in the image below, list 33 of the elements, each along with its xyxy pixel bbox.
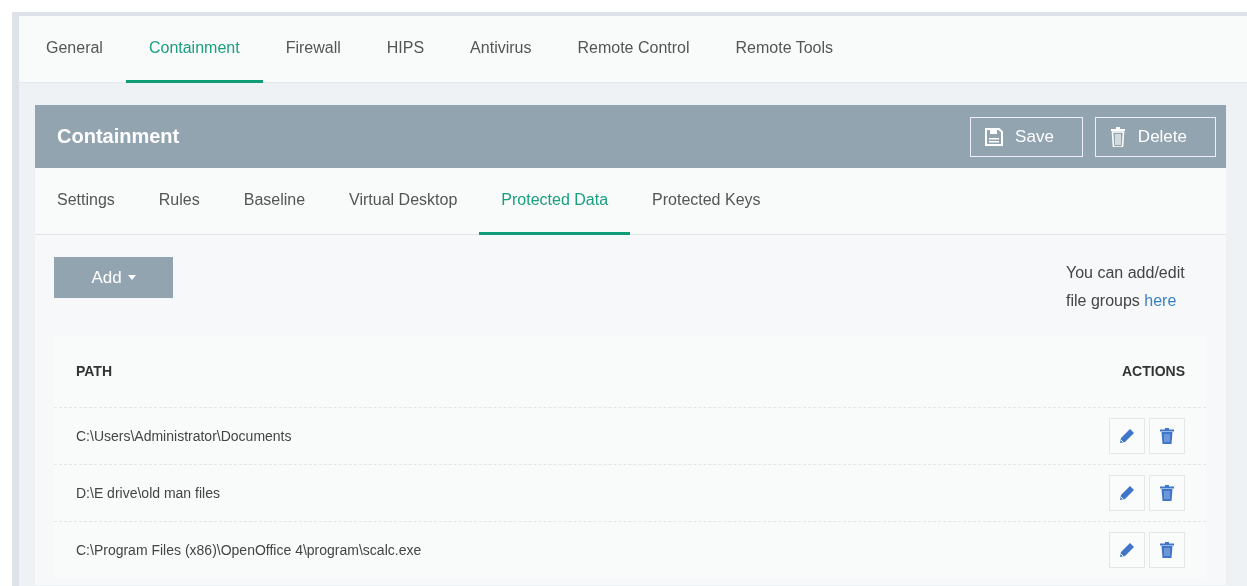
panel-title: Containment <box>57 125 180 148</box>
edit-button[interactable] <box>1109 532 1145 568</box>
trash-icon <box>1160 542 1174 558</box>
edit-button[interactable] <box>1109 418 1145 454</box>
sub-tab[interactable]: Baseline <box>221 168 328 235</box>
pencil-icon <box>1119 485 1135 501</box>
tab[interactable]: HIPS <box>363 16 448 83</box>
column-header: ACTIONS <box>1122 363 1185 379</box>
tab[interactable]: Firewall <box>262 16 364 83</box>
path-cell: C:\Users\Administrator\Documents <box>76 428 292 444</box>
sub-tab[interactable]: Virtual Desktop <box>327 168 480 235</box>
tab[interactable]: Antivirus <box>447 16 555 83</box>
sub-tab[interactable]: Rules <box>136 168 222 235</box>
path-cell: C:\Program Files (x86)\OpenOffice 4\program\scalc.exe <box>76 542 422 558</box>
pencil-icon <box>1119 428 1135 444</box>
here-link[interactable]: here <box>1144 292 1177 309</box>
pencil-icon <box>1119 542 1135 558</box>
tab[interactable]: Remote Control <box>554 16 713 83</box>
column-header: PATH <box>76 363 113 379</box>
delete-row-button[interactable] <box>1149 532 1185 568</box>
caret-icon <box>127 275 136 280</box>
sub-tab[interactable]: Settings <box>35 168 137 235</box>
hint-text: You can add/edit file groups here <box>1066 263 1186 311</box>
delete-row-button[interactable] <box>1149 475 1185 511</box>
trash-icon <box>1160 485 1174 501</box>
tab[interactable]: Remote Tools <box>712 16 857 83</box>
edit-button[interactable] <box>1109 475 1145 511</box>
trash-icon <box>1109 126 1126 147</box>
delete-row-button[interactable] <box>1149 418 1185 454</box>
sub-tab[interactable]: Protected Keys <box>630 168 783 235</box>
trash-icon <box>1160 428 1174 444</box>
path-cell: D:\E drive\old man files <box>76 485 220 501</box>
tab[interactable]: General <box>23 16 126 83</box>
